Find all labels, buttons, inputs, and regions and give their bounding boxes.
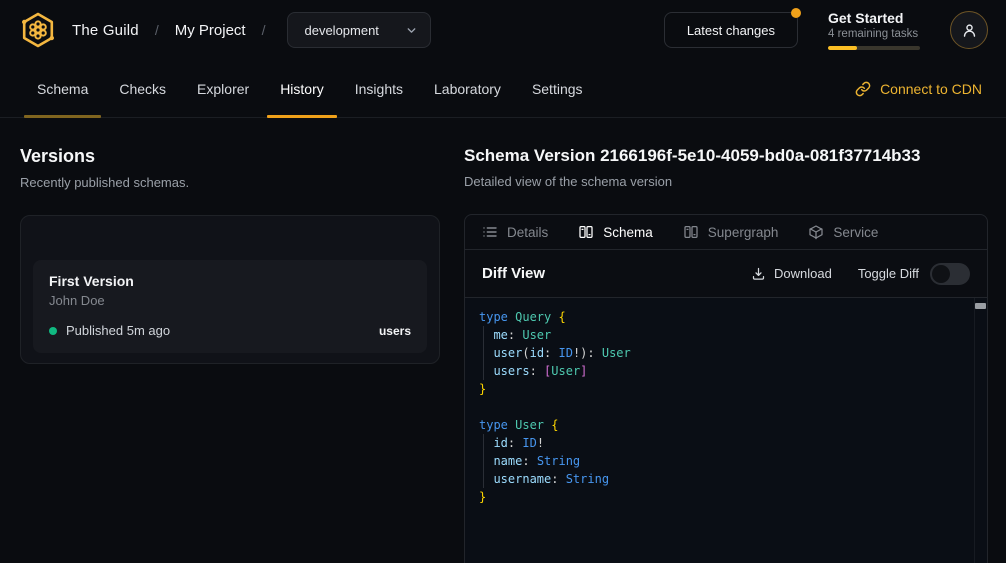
switch-knob xyxy=(932,265,950,283)
detail-tab-label: Schema xyxy=(603,225,653,240)
detail-tab-supergraph[interactable]: Supergraph xyxy=(683,224,779,240)
version-list-item[interactable]: First Version John Doe Published 5m ago … xyxy=(33,260,427,353)
toggle-diff-switch[interactable] xyxy=(930,263,970,285)
nav-tabs: SchemaChecksExplorerHistoryInsightsLabor… xyxy=(24,60,601,117)
nav-tab-schema[interactable]: Schema xyxy=(24,60,101,117)
detail-tab-schema[interactable]: Schema xyxy=(578,224,653,240)
schema-version-title: Schema Version 2166196f-5e10-4059-bd0a-0… xyxy=(464,146,988,166)
nav-tab-settings[interactable]: Settings xyxy=(519,60,596,117)
org-breadcrumb[interactable]: The Guild xyxy=(72,22,139,39)
download-label: Download xyxy=(774,266,832,281)
code-line: me: User xyxy=(479,326,973,344)
code-scrollbar[interactable] xyxy=(974,298,987,563)
download-button[interactable]: Download xyxy=(751,266,832,281)
code-line: type User { xyxy=(479,416,973,434)
link-icon xyxy=(855,81,871,97)
chevron-down-icon xyxy=(405,24,418,37)
schema-detail-panel: Details Schema Supergraph Service Diff View… xyxy=(464,214,988,563)
connect-to-cdn-label: Connect to CDN xyxy=(880,81,982,97)
get-started-progress-fill xyxy=(828,46,857,50)
indent-guide xyxy=(483,434,484,488)
get-started-widget[interactable]: Get Started 4 remaining tasks xyxy=(828,10,920,50)
versions-list-card: First Version John Doe Published 5m ago … xyxy=(20,215,440,364)
toggle-diff-label: Toggle Diff xyxy=(858,266,919,281)
code-line: type Query { xyxy=(479,308,973,326)
connect-to-cdn-link[interactable]: Connect to CDN xyxy=(855,60,982,117)
version-name: First Version xyxy=(49,273,411,289)
main-content: Versions Recently published schemas. Fir… xyxy=(0,118,1006,563)
get-started-title: Get Started xyxy=(828,10,920,26)
indent-guide xyxy=(483,326,484,380)
version-status: Published 5m ago xyxy=(66,323,170,338)
main-nav: SchemaChecksExplorerHistoryInsightsLabor… xyxy=(0,60,1006,118)
code-line: name: String xyxy=(479,452,973,470)
code-line: username: String xyxy=(479,470,973,488)
person-icon xyxy=(961,22,978,39)
code-line: } xyxy=(479,488,973,506)
code-line: user(id: ID!): User xyxy=(479,344,973,362)
version-detail-column: Schema Version 2166196f-5e10-4059-bd0a-0… xyxy=(464,146,988,563)
nav-tab-checks[interactable]: Checks xyxy=(106,60,179,117)
versions-title: Versions xyxy=(20,146,440,167)
list-icon xyxy=(482,224,498,240)
latest-changes-label: Latest changes xyxy=(687,23,775,38)
download-icon xyxy=(751,266,766,281)
hive-logo-icon[interactable] xyxy=(18,10,58,50)
detail-tab-service[interactable]: Service xyxy=(808,224,878,240)
schema-sdl-code: type Query { me: User user(id: ID!): Use… xyxy=(465,298,987,563)
target-selected-value: development xyxy=(304,23,378,38)
detail-tab-details[interactable]: Details xyxy=(482,224,548,240)
versions-subtitle: Recently published schemas. xyxy=(20,175,440,190)
diff-header: Diff View Download Toggle Diff xyxy=(465,250,987,298)
version-author: John Doe xyxy=(49,293,411,308)
columns-icon xyxy=(683,224,699,240)
top-header: The Guild / My Project / development Lat… xyxy=(0,0,1006,60)
published-status-dot xyxy=(49,327,57,335)
get-started-subtitle: 4 remaining tasks xyxy=(828,28,920,40)
cube-icon xyxy=(808,224,824,240)
detail-tab-label: Details xyxy=(507,225,548,240)
code-line: } xyxy=(479,380,973,398)
breadcrumb-separator: / xyxy=(260,22,268,38)
detail-tabs: Details Schema Supergraph Service xyxy=(465,215,987,250)
latest-changes-button[interactable]: Latest changes xyxy=(664,12,798,48)
nav-tab-explorer[interactable]: Explorer xyxy=(184,60,262,117)
nav-tab-laboratory[interactable]: Laboratory xyxy=(421,60,514,117)
notification-dot xyxy=(791,8,801,18)
versions-column: Versions Recently published schemas. Fir… xyxy=(20,146,440,563)
code-line xyxy=(479,398,973,416)
target-selector[interactable]: development xyxy=(287,12,430,48)
nav-tab-insights[interactable]: Insights xyxy=(342,60,416,117)
detail-tab-label: Supergraph xyxy=(708,225,779,240)
project-breadcrumb[interactable]: My Project xyxy=(175,22,246,39)
breadcrumb: The Guild / My Project / development xyxy=(18,10,431,50)
code-line: users: [User] xyxy=(479,362,973,380)
version-service-name: users xyxy=(379,324,411,338)
detail-tab-label: Service xyxy=(833,225,878,240)
columns-icon xyxy=(578,224,594,240)
user-avatar[interactable] xyxy=(950,11,988,49)
get-started-progressbar xyxy=(828,46,920,50)
nav-tab-history[interactable]: History xyxy=(267,60,337,117)
code-line: id: ID! xyxy=(479,434,973,452)
code-scrollbar-thumb[interactable] xyxy=(975,303,986,309)
schema-version-subtitle: Detailed view of the schema version xyxy=(464,174,988,189)
diff-view-title: Diff View xyxy=(482,265,545,282)
breadcrumb-separator: / xyxy=(153,22,161,38)
